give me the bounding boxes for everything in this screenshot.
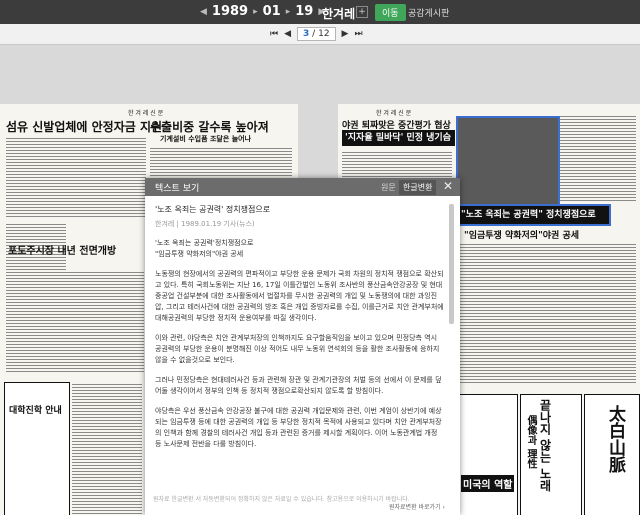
right-ad-4: 미국의 역할 [461, 475, 515, 492]
article-lead-1: '노조 옥죄는 공권력'정치쟁점으로 [155, 239, 254, 247]
left-headline-main: 섬유 신발업체에 안정자금 지원 [6, 120, 163, 134]
next-page-icon[interactable]: ▶ [342, 29, 349, 39]
right-headline-big: "노조 옥죄는 공권력" 정치쟁점으로 [456, 204, 611, 226]
go-button[interactable]: 이동 [375, 4, 406, 21]
month-sep-icon: ▸ [285, 6, 291, 17]
text-view-popup: 텍스트 보기 원문 한글변환 ✕ '노조 옥죄는 공권력' 정치쟁점으로 한겨레… [145, 178, 460, 515]
left-article-text-4 [6, 272, 144, 372]
left-headline-3: 포도주시장 내년 전면개방 [8, 246, 117, 257]
left-article-text-5 [72, 384, 142, 514]
right-article-text-3 [456, 244, 636, 384]
popup-scrollbar[interactable] [449, 204, 454, 324]
article-title: '노조 옥죄는 공권력' 정치쟁점으로 [155, 205, 271, 214]
month-field[interactable]: 01 [263, 4, 281, 19]
left-subhead-2: 기계설비 수입품 조달은 늘어나 [160, 134, 252, 143]
date-selector: ◀ 1989 ▸ 01 ▸ 19 ▶ [200, 4, 325, 19]
popup-footer: 원자료 한글변환 서 자동변환되어 정확하지 않은 자료일 수 있습니다. 참고… [153, 496, 453, 511]
tab-korean[interactable]: 한글변환 [399, 180, 437, 195]
last-page-icon[interactable]: ⏭ [354, 29, 362, 39]
newspaper-select[interactable]: 한겨레 [322, 5, 355, 22]
year-field[interactable]: 1989 [212, 4, 248, 19]
article-lead-2: "임금투쟁 약화저의"야권 공세 [155, 250, 244, 258]
page-separator: / [312, 29, 316, 39]
article-paragraph-4: 야당측은 우선 풍산금속 안강공장 불구에 대한 공권력 개입문제와 관련, 이… [155, 407, 442, 448]
top-toolbar: ◀ 1989 ▸ 01 ▸ 19 ▶ 한겨레 + 이동 공감게시판 [0, 0, 640, 24]
right-photo [456, 116, 560, 208]
left-ad-box: 대학진학 안내 [4, 382, 70, 515]
article-paragraph-3: 그러나 민정당측은 현대테러사건 등과 관련해 장관 및 관계기관장의 처벌 등… [155, 376, 442, 395]
plus-icon[interactable]: + [356, 6, 368, 18]
right-ad-box-1: 미국의 역할 [456, 394, 518, 515]
board-link[interactable]: 공감게시판 [408, 6, 449, 19]
right-masthead: 한 겨 레 신 문 [376, 110, 412, 117]
first-page-icon[interactable]: ⏮ [270, 29, 278, 39]
prev-date-icon[interactable]: ◀ [200, 7, 207, 17]
prev-page-icon[interactable]: ◀ [284, 29, 291, 39]
footer-note: 원자료 한글변환 서 자동변환되어 정확하지 않은 자료일 수 있습니다. 참고… [153, 496, 410, 503]
right-ad-box-3: 太白山脈 [584, 394, 640, 515]
right-ad-big: 太白山脈 [605, 405, 625, 473]
footer-link[interactable]: 원자료변환 바로가기 › [389, 504, 445, 512]
right-subhead-big: "임금투쟁 약화저의"야권 공세 [464, 231, 580, 241]
total-pages: 12 [318, 29, 330, 39]
article-meta: 한겨레 | 1989.01.19 기사(뉴스) [155, 220, 255, 228]
page-indicator[interactable]: 3 / 12 [297, 27, 336, 41]
close-icon[interactable]: ✕ [443, 179, 453, 193]
left-masthead: 한 겨 레 신 문 [128, 110, 164, 117]
left-article-text [6, 138, 146, 218]
right-ad-3: 끝나지 않는 노래 [538, 399, 552, 492]
page-navigation-bar: ⏮ ◀ 3 / 12 ▶ ⏭ [0, 24, 640, 45]
article-paragraph-1: 노동쟁의 현장에서의 공권력의 편파적이고 부당한 운용 문제가 국회 차원의 … [155, 270, 444, 322]
right-article-text-2 [560, 116, 636, 202]
popup-body: '노조 옥죄는 공권력' 정치쟁점으로 한겨레 | 1989.01.19 기사(… [155, 204, 445, 494]
right-headline-box: '지자율 밀바닥' 민정 냉기슴 [342, 130, 455, 146]
article-paragraph-2: 이와 관련, 야당측은 치안 관계부처장의 인책까지도 요구할움직임을 보이고 … [155, 334, 440, 364]
year-sep-icon: ▸ [253, 6, 258, 17]
tab-original[interactable]: 원문 [381, 182, 396, 193]
right-ad-2: 偶像과 理性 [525, 415, 536, 469]
popup-header: 텍스트 보기 원문 한글변환 ✕ [145, 178, 460, 196]
day-field[interactable]: 19 [295, 4, 313, 19]
left-ad-title: 대학진학 안내 [9, 406, 62, 416]
pager: ⏮ ◀ 3 / 12 ▶ ⏭ [270, 27, 363, 41]
left-headline-2: 수출비중 갈수록 높아져 [150, 120, 269, 134]
popup-title: 텍스트 보기 [155, 184, 200, 194]
current-page: 3 [303, 29, 310, 39]
right-ad-box-2: 끝나지 않는 노래 偶像과 理性 [520, 394, 582, 515]
